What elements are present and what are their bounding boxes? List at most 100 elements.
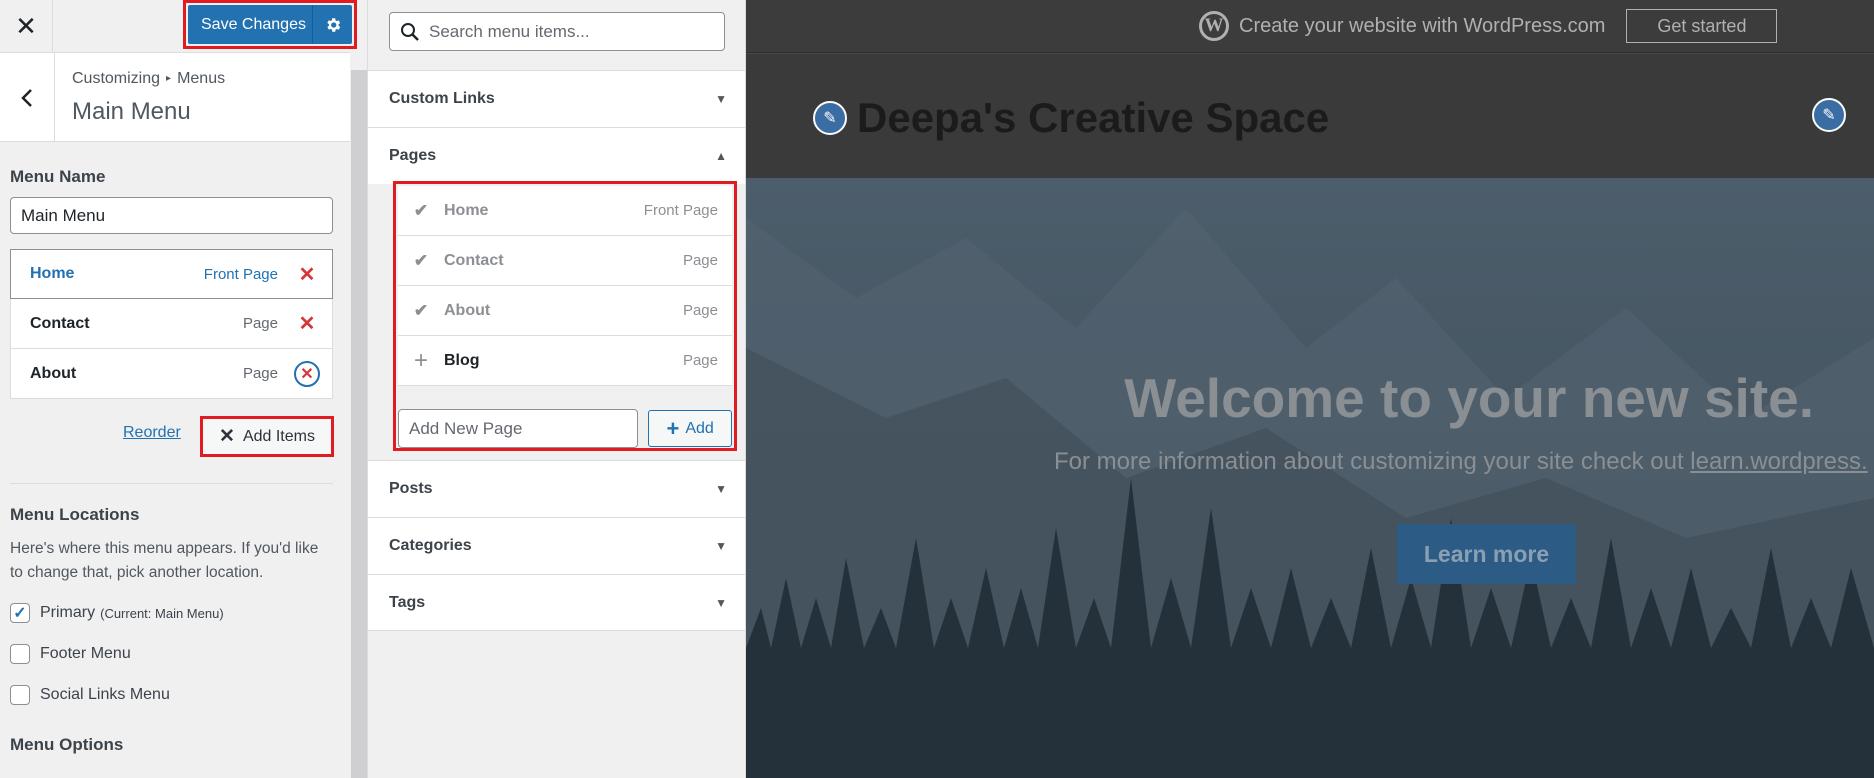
edit-pencil-icon[interactable]: ✎ xyxy=(1812,98,1846,132)
accordion-title: Categories xyxy=(389,537,472,554)
page-item-contact[interactable]: ✔ Contact Page xyxy=(398,236,732,286)
menu-item-home[interactable]: Home Front Page ✕ xyxy=(10,249,333,299)
hero-subtitle-text: For more information about customizing y… xyxy=(1054,448,1691,475)
search-menu-items-input[interactable]: Search menu items... xyxy=(389,12,725,51)
page-title: Blog xyxy=(444,351,480,369)
caret-down-icon: ▼ xyxy=(715,92,727,106)
menu-item-type: Page xyxy=(242,315,278,332)
available-items-panel: Search menu items... Custom Links ▼ Page… xyxy=(368,0,746,778)
page-type: Page xyxy=(682,352,718,369)
customizer-panel: ✕ Save Changes Customizing ▸ Menus Main Me… xyxy=(0,0,368,778)
site-header: ✎ Deepa's Creative Space ✎ xyxy=(746,54,1874,178)
page-item-about[interactable]: ✔ About Page xyxy=(398,286,732,336)
caret-down-icon: ▼ xyxy=(715,595,727,610)
mountain-forest-image xyxy=(746,208,1874,778)
section-title: Main Menu xyxy=(72,98,191,125)
pages-list-highlight: ✔ Home Front Page ✔ Contact Page ✔ About… xyxy=(393,181,737,451)
remove-icon[interactable]: ✕ xyxy=(294,360,320,387)
page-type: Front Page xyxy=(643,202,718,219)
site-preview[interactable]: W Create your website with WordPress.com… xyxy=(746,0,1874,778)
location-social[interactable]: Social Links Menu xyxy=(10,685,170,705)
edit-pencil-icon[interactable]: ✎ xyxy=(813,101,847,135)
accordion-pages[interactable]: Pages ▲ xyxy=(368,127,745,184)
remove-icon[interactable]: ✕ xyxy=(294,261,320,287)
add-page-button[interactable]: + Add xyxy=(648,410,732,447)
menu-locations-title: Menu Locations xyxy=(10,505,140,524)
close-icon: ✕ xyxy=(219,426,235,447)
section-header: Customizing ▸ Menus Main Menu xyxy=(0,53,350,142)
hero-cover: Welcome to your new site. For more infor… xyxy=(746,178,1874,778)
add-items-label: Add Items xyxy=(242,427,315,445)
add-new-page-input[interactable]: Add New Page xyxy=(398,409,639,448)
menu-locations-description: Here's where this menu appears. If you'd… xyxy=(10,540,319,581)
breadcrumb-customizing: Customizing xyxy=(72,70,161,87)
page-title: Contact xyxy=(444,251,504,269)
checkmark-icon: ✔ xyxy=(413,300,429,320)
menu-items-list: Home Front Page ✕ Contact Page ✕ About P… xyxy=(10,249,333,399)
location-primary[interactable]: ✓ Primary (Current: Main Menu) xyxy=(10,603,224,623)
reorder-link[interactable]: Reorder xyxy=(123,424,181,442)
menu-name-input[interactable] xyxy=(10,197,333,234)
page-item-blog[interactable]: + Blog Page xyxy=(398,336,732,386)
customizer-topbar: ✕ Save Changes xyxy=(0,0,357,53)
save-changes-button[interactable]: Save Changes xyxy=(188,5,352,44)
primary-checkbox[interactable]: ✓ xyxy=(10,603,30,623)
page-title: About xyxy=(444,301,491,319)
accordion-title: Custom Links xyxy=(389,90,495,107)
menu-options-title: Menu Options xyxy=(10,735,124,754)
close-customizer-button[interactable]: ✕ xyxy=(0,0,53,53)
back-button[interactable] xyxy=(0,53,55,142)
wpcom-banner-text: Create your website with WordPress.com xyxy=(1239,14,1606,37)
checkmark-icon: ✔ xyxy=(413,200,429,220)
caret-up-icon: ▲ xyxy=(715,149,727,163)
breadcrumb: Customizing ▸ Menus xyxy=(72,70,225,88)
save-highlight: Save Changes xyxy=(183,0,357,49)
accordion-categories[interactable]: Categories ▼ xyxy=(368,517,745,574)
menu-item-title: About xyxy=(30,364,77,382)
accordion-custom-links[interactable]: Custom Links ▼ xyxy=(368,70,745,127)
menu-item-title: Contact xyxy=(30,314,90,332)
site-title[interactable]: Deepa's Creative Space xyxy=(857,94,1329,142)
menu-item-about[interactable]: About Page ✕ xyxy=(10,349,333,399)
remove-icon[interactable]: ✕ xyxy=(294,311,320,337)
breadcrumb-menus: Menus xyxy=(177,70,226,87)
location-footer[interactable]: Footer Menu xyxy=(10,644,131,664)
learn-wordpress-link[interactable]: learn.wordpress. xyxy=(1690,448,1867,475)
save-changes-label: Save Changes xyxy=(201,15,306,33)
page-title: Home xyxy=(444,201,489,219)
page-type: Page xyxy=(682,302,718,319)
social-checkbox[interactable] xyxy=(10,685,30,705)
learn-more-button[interactable]: Learn more xyxy=(1397,524,1576,584)
accordion-title: Tags xyxy=(389,593,426,611)
wpcom-banner: W Create your website with WordPress.com… xyxy=(746,0,1874,53)
plus-icon: + xyxy=(666,415,680,441)
accordion-posts[interactable]: Posts ▼ xyxy=(368,460,745,517)
menu-item-type: Front Page xyxy=(203,265,278,283)
panel-scrollbar[interactable] xyxy=(351,70,367,778)
search-icon xyxy=(401,22,419,41)
close-icon: ✕ xyxy=(15,11,37,41)
footer-checkbox[interactable] xyxy=(10,644,30,664)
menu-item-type: Page xyxy=(242,365,278,382)
accordion-title: Pages xyxy=(389,147,437,164)
accordion-title: Posts xyxy=(389,480,433,497)
location-label: Primary xyxy=(40,604,96,621)
page-item-home[interactable]: ✔ Home Front Page xyxy=(398,186,732,236)
breadcrumb-separator: ▸ xyxy=(166,73,172,84)
wordpress-logo-icon: W xyxy=(1199,11,1229,41)
add-items-button[interactable]: ✕ Add Items xyxy=(200,416,334,457)
hero-title: Welcome to your new site. xyxy=(1124,367,1814,429)
divider xyxy=(10,483,333,484)
page-type: Page xyxy=(682,252,718,269)
plus-icon: + xyxy=(413,346,428,374)
search-placeholder: Search menu items... xyxy=(429,21,590,41)
gear-icon[interactable] xyxy=(312,5,352,44)
checkmark-icon: ✔ xyxy=(413,250,429,270)
location-note: (Current: Main Menu) xyxy=(100,605,224,621)
menu-item-contact[interactable]: Contact Page ✕ xyxy=(10,299,333,349)
accordion-tags[interactable]: Tags ▼ xyxy=(368,574,745,631)
get-started-button[interactable]: Get started xyxy=(1626,9,1778,43)
menu-name-label: Menu Name xyxy=(10,167,106,186)
caret-down-icon: ▼ xyxy=(715,482,727,496)
location-label: Social Links Menu xyxy=(40,686,170,703)
